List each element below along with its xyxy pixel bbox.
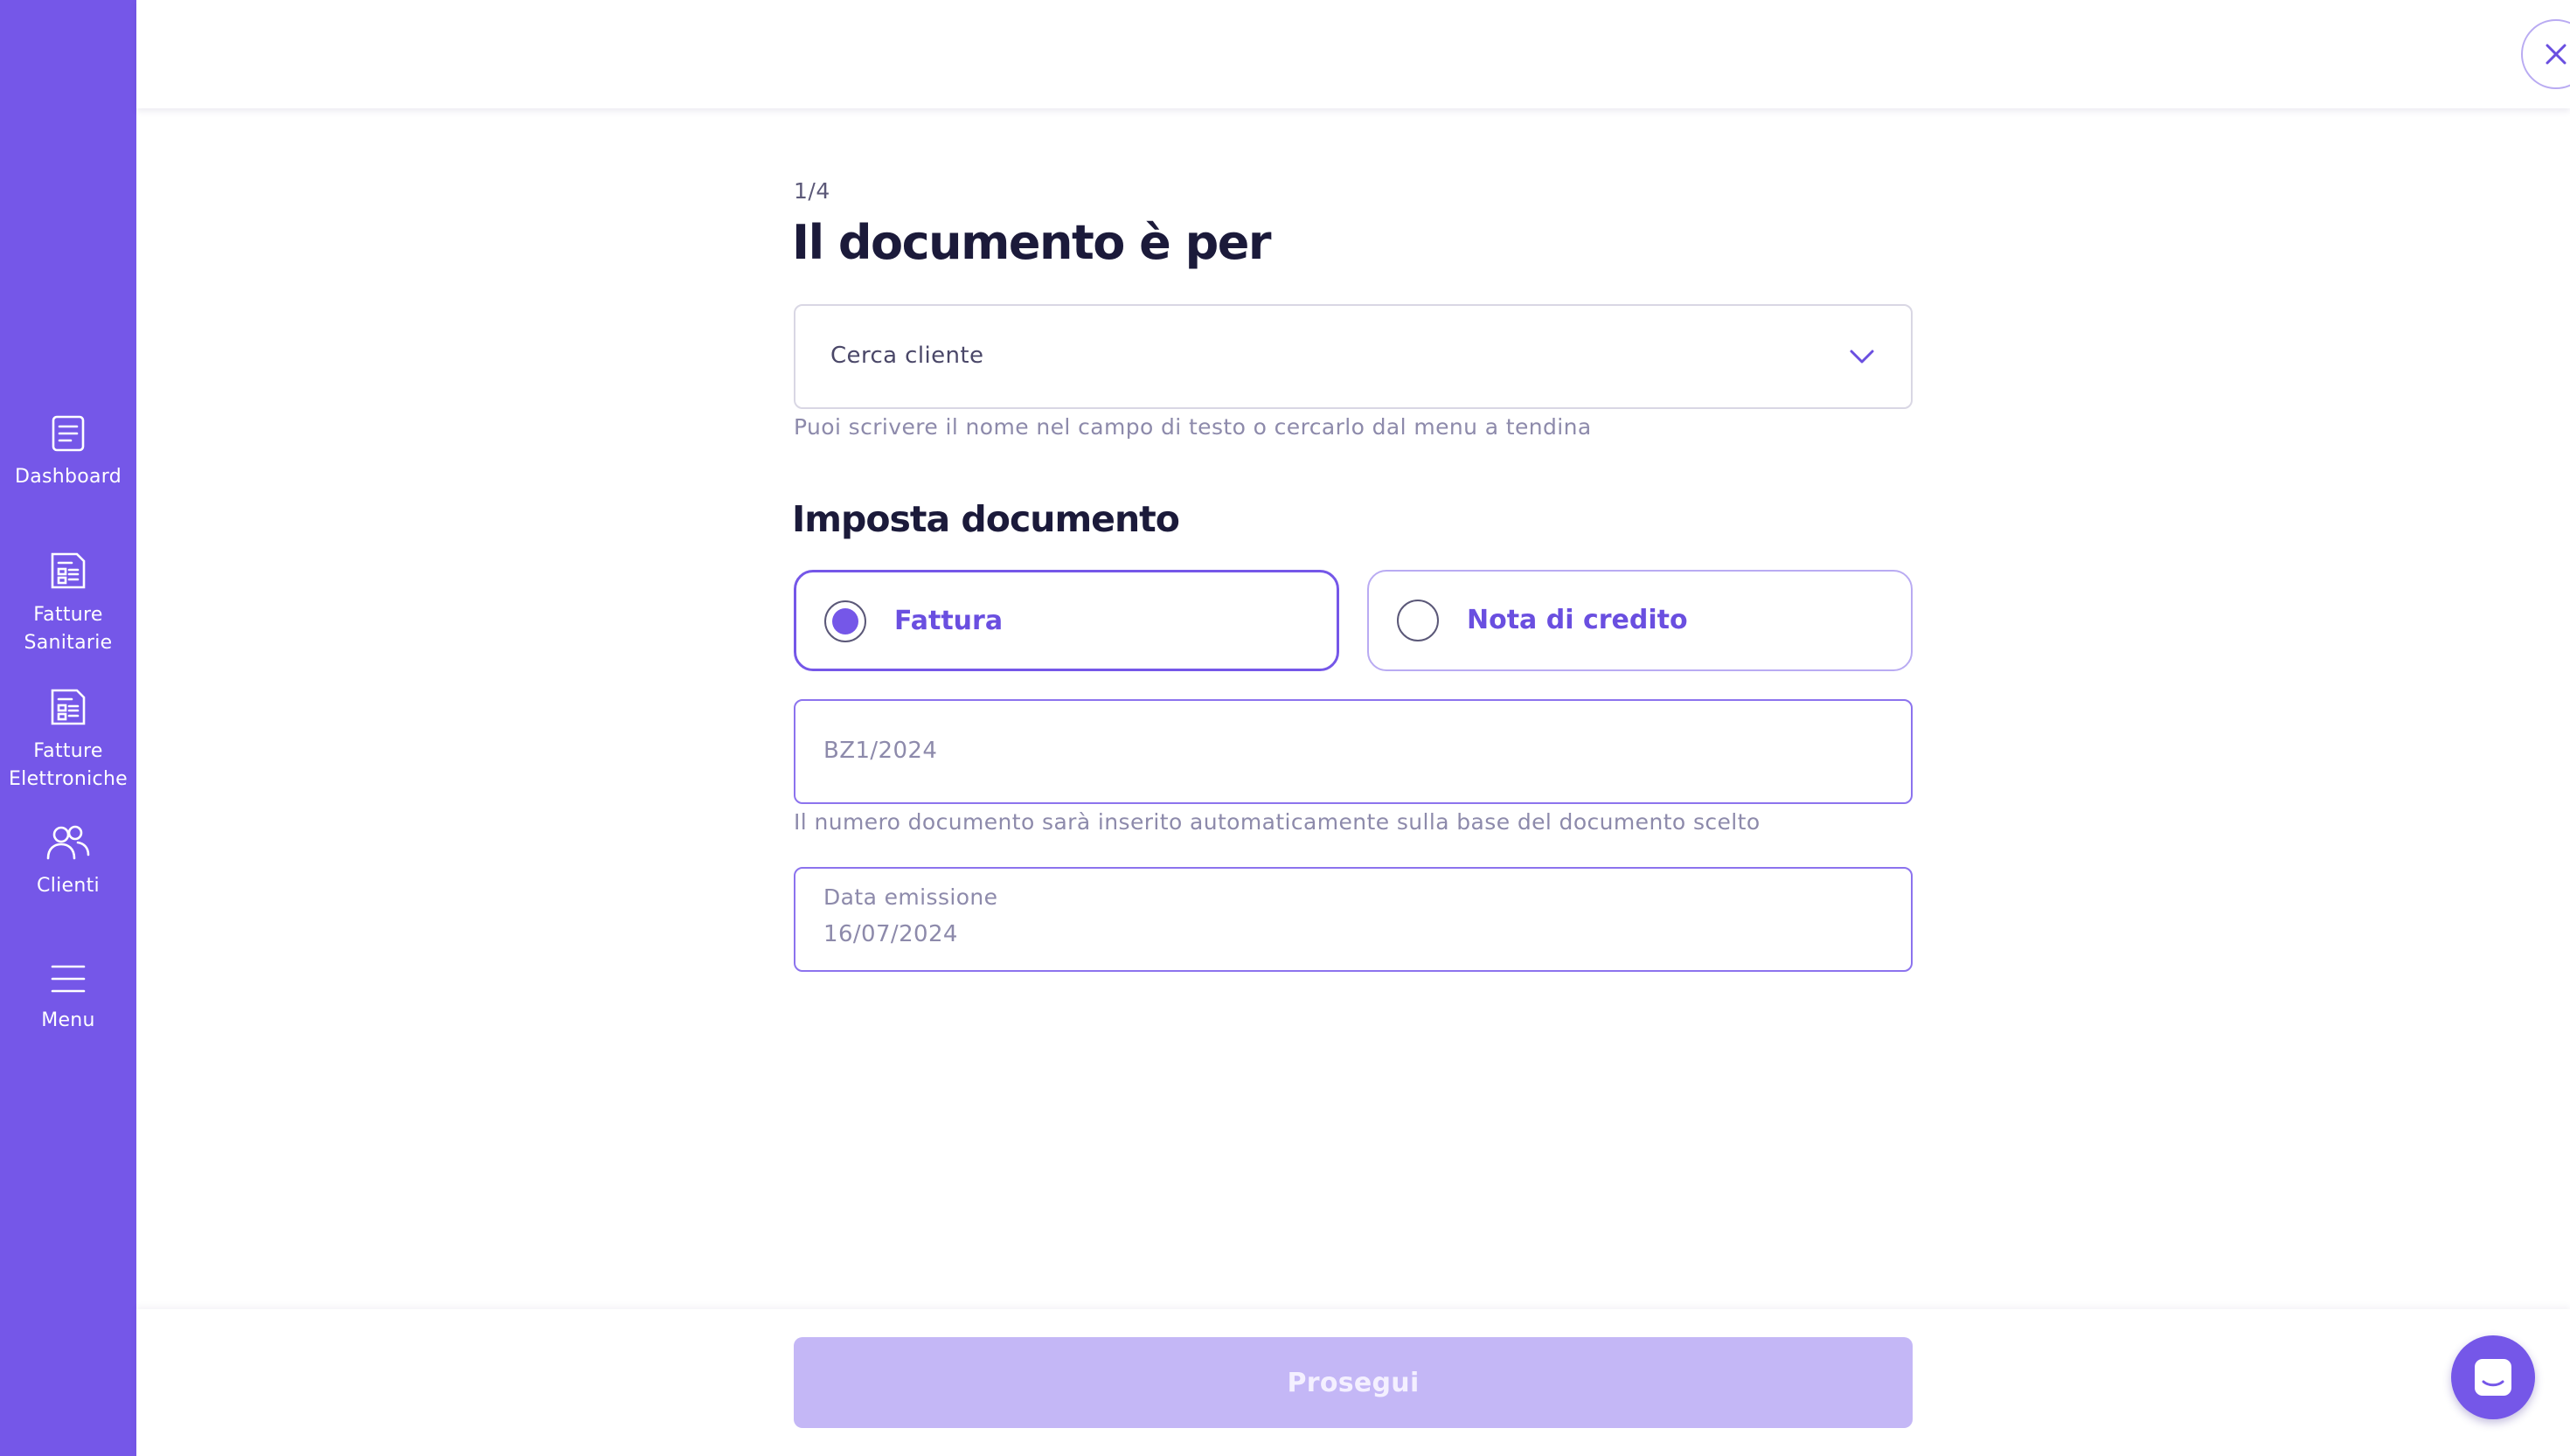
invoice-icon bbox=[51, 552, 86, 589]
step-indicator: 1/4 bbox=[794, 178, 830, 204]
page-title: Il documento è per bbox=[792, 215, 1272, 270]
client-search-placeholder: Cerca cliente bbox=[830, 343, 984, 369]
radio-label: Nota di credito bbox=[1467, 605, 1688, 635]
users-icon bbox=[46, 825, 90, 860]
issue-date-field[interactable]: Data emissione 16/07/2024 bbox=[794, 867, 1913, 972]
document-type-fattura[interactable]: Fattura bbox=[794, 570, 1339, 671]
invoice-icon bbox=[51, 689, 86, 725]
radio-button[interactable] bbox=[1397, 600, 1439, 641]
sidebar-item-label: Fatture Sanitarie bbox=[24, 604, 113, 654]
issue-date-value: 16/07/2024 bbox=[823, 921, 958, 947]
sidebar-item-menu[interactable]: Menu bbox=[0, 961, 136, 1035]
document-number-helper: Il numero documento sarà inserito automa… bbox=[794, 809, 1761, 835]
top-bar bbox=[136, 0, 2570, 108]
sidebar-item-clienti[interactable]: Clienti bbox=[0, 823, 136, 900]
sidebar-item-fatture-elettroniche[interactable]: Fatture Elettroniche bbox=[0, 687, 136, 794]
client-search-helper: Puoi scrivere il nome nel campo di testo… bbox=[794, 414, 1592, 440]
issue-date-label: Data emissione bbox=[823, 884, 998, 910]
radio-label: Fattura bbox=[894, 606, 1004, 636]
continue-button[interactable]: Prosegui bbox=[794, 1337, 1913, 1428]
dashboard-icon bbox=[52, 415, 85, 452]
chat-icon bbox=[2475, 1359, 2511, 1396]
radio-selected-dot bbox=[832, 608, 858, 634]
client-search-select[interactable]: Cerca cliente bbox=[794, 304, 1913, 409]
chevron-down-icon bbox=[1850, 350, 1874, 364]
menu-icon bbox=[51, 965, 86, 993]
close-icon bbox=[2546, 44, 2567, 65]
close-button[interactable] bbox=[2521, 19, 2570, 89]
document-number-field[interactable]: BZ1/2024 bbox=[794, 699, 1913, 804]
sidebar-item-label: Dashboard bbox=[14, 466, 122, 488]
sidebar-item-label: Fatture Elettroniche bbox=[8, 740, 128, 790]
chat-button[interactable] bbox=[2451, 1335, 2535, 1419]
radio-button[interactable] bbox=[824, 600, 866, 642]
document-type-nota-di-credito[interactable]: Nota di credito bbox=[1367, 570, 1913, 671]
sidebar-item-label: Menu bbox=[41, 1009, 95, 1031]
sidebar-item-dashboard[interactable]: Dashboard bbox=[0, 414, 136, 491]
document-number-value: BZ1/2024 bbox=[823, 738, 938, 764]
sidebar-item-label: Clienti bbox=[37, 875, 100, 897]
sidebar-item-fatture-sanitarie[interactable]: Fatture Sanitarie bbox=[0, 551, 136, 657]
section-title: Imposta documento bbox=[792, 498, 1180, 540]
sidebar: Dashboard Fatture Sanitarie Fatture Elet… bbox=[0, 0, 136, 1456]
